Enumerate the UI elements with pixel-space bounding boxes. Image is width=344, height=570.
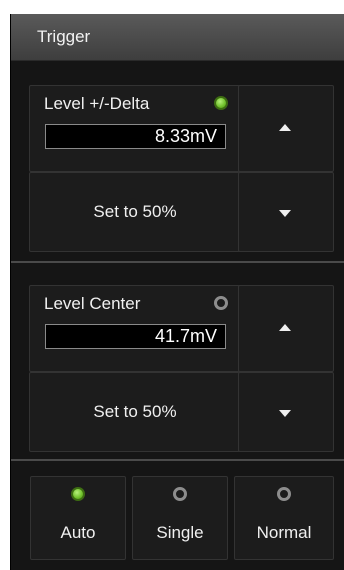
mode-single-button[interactable]: Single <box>132 476 228 560</box>
section-divider <box>11 261 344 263</box>
level-delta-value-field[interactable]: 8.33mV <box>45 124 226 149</box>
level-delta-down-button[interactable] <box>238 172 334 252</box>
level-center-control[interactable]: Level Center 41.7mV <box>29 285 241 372</box>
level-center-value-field[interactable]: 41.7mV <box>45 324 226 349</box>
triangle-down-icon <box>279 210 291 217</box>
mode-single-indicator-icon <box>173 487 187 501</box>
mode-auto-label: Auto <box>60 523 96 542</box>
panel-title: Trigger <box>37 27 91 46</box>
level-delta-up-button[interactable] <box>238 85 334 172</box>
mode-normal-label: Normal <box>256 523 312 542</box>
trigger-panel: Trigger Level +/-Delta 8.33mV Set to 50%… <box>11 14 344 570</box>
level-delta-value: 8.33mV <box>154 126 217 146</box>
triangle-up-icon <box>279 324 291 331</box>
level-delta-label: Level +/-Delta <box>44 94 150 113</box>
level-delta-indicator-icon <box>214 96 228 110</box>
mode-single-label: Single <box>156 523 204 542</box>
section-divider <box>11 459 344 461</box>
mode-normal-button[interactable]: Normal <box>234 476 334 560</box>
level-delta-set50-button[interactable]: Set to 50% <box>29 172 241 252</box>
mode-normal-indicator-icon <box>277 487 291 501</box>
level-delta-control[interactable]: Level +/-Delta 8.33mV <box>29 85 241 172</box>
level-center-up-button[interactable] <box>238 285 334 372</box>
level-center-label: Level Center <box>44 294 141 313</box>
level-center-indicator-icon <box>214 296 228 310</box>
mode-auto-button[interactable]: Auto <box>30 476 126 560</box>
level-center-set50-button[interactable]: Set to 50% <box>29 372 241 452</box>
level-center-value: 41.7mV <box>154 326 217 346</box>
level-center-down-button[interactable] <box>238 372 334 452</box>
triangle-down-icon <box>279 410 291 417</box>
mode-auto-indicator-icon <box>71 487 85 501</box>
panel-header: Trigger <box>11 14 344 61</box>
level-center-set50-label: Set to 50% <box>93 402 177 421</box>
triangle-up-icon <box>279 124 291 131</box>
level-delta-set50-label: Set to 50% <box>93 202 177 221</box>
